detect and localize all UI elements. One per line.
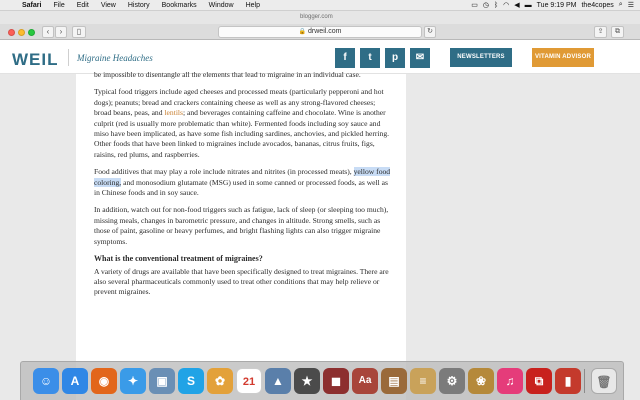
bluetooth-icon[interactable]: ᛒ (494, 2, 498, 9)
zoom-window-icon[interactable] (28, 29, 35, 36)
menu-edit[interactable]: Edit (71, 2, 95, 9)
photos-icon[interactable]: ✿ (207, 368, 233, 394)
forward-icon[interactable]: › (55, 26, 67, 38)
menu-history[interactable]: History (122, 2, 156, 9)
logo-divider (68, 49, 69, 66)
vitamin-advisor-button[interactable]: VITAMIN ADVISOR (532, 48, 594, 67)
calendar-icon[interactable]: 21 (236, 368, 262, 394)
textedit-icon[interactable]: ≡ (410, 368, 436, 394)
paragraph-food-triggers: Typical food triggers include aged chees… (94, 87, 394, 160)
notification-icon[interactable]: ▭ (471, 1, 478, 9)
status-area: ▭ ◷ ᛒ ◠ ◀ ▬ Tue 9:19 PM the4copes ⌕ ☰ (471, 1, 640, 9)
trash-icon[interactable]: 🗑 (591, 368, 617, 394)
imovie-icon[interactable]: ★ (294, 368, 320, 394)
safari-icon[interactable]: ✦ (120, 368, 146, 394)
background-window-toolbar: blogger.com (0, 11, 640, 24)
url-text: drweil.com (308, 28, 342, 35)
reload-icon[interactable]: ↻ (424, 26, 436, 38)
lock-icon: 🔒 (298, 29, 307, 35)
sidebar-icon[interactable]: ▯ (72, 26, 86, 38)
volume-icon[interactable]: ◀ (514, 1, 519, 9)
lentils-link[interactable]: lentils (164, 108, 183, 117)
gallery-icon[interactable]: ❀ (468, 368, 494, 394)
site-header: WEIL Migraine Headaches f t p ✉ NEWSLETT… (0, 40, 640, 74)
minimize-window-icon[interactable] (18, 29, 25, 36)
facebook-icon[interactable]: f (335, 48, 355, 68)
background-window-url: blogger.com (300, 14, 333, 20)
menu-file[interactable]: File (47, 2, 70, 9)
paragraph-intro-end: be impossible to disentangle all the ele… (94, 70, 361, 79)
page-viewport[interactable]: be impossible to disentangle all the ele… (0, 70, 640, 400)
article-body: be impossible to disentangle all the ele… (94, 70, 394, 305)
app-store-icon[interactable]: A (62, 368, 88, 394)
finder-icon[interactable]: ☺ (33, 368, 59, 394)
menu-bookmarks[interactable]: Bookmarks (156, 2, 203, 9)
wifi-icon[interactable]: ◠ (503, 1, 509, 9)
treatment-heading: What is the conventional treatment of mi… (94, 254, 263, 264)
paragraph-food-additives: Food additives that may play a role incl… (94, 167, 394, 198)
photo-booth-icon[interactable]: ◼ (323, 368, 349, 394)
system-preferences-icon[interactable]: ⚙ (439, 368, 465, 394)
menu-help[interactable]: Help (240, 2, 266, 9)
menu-window[interactable]: Window (203, 2, 240, 9)
email-icon[interactable]: ✉ (410, 48, 430, 68)
dock-separator (584, 369, 585, 393)
itunes-icon[interactable]: ♫ (497, 368, 523, 394)
menu-view[interactable]: View (95, 2, 122, 9)
notification-center-icon[interactable]: ☰ (628, 1, 634, 9)
keynote-icon[interactable]: ▤ (381, 368, 407, 394)
menu-safari[interactable]: Safari (16, 2, 47, 9)
clock[interactable]: Tue 9:19 PM (537, 2, 577, 9)
menu-bar: Safari File Edit View History Bookmarks … (0, 0, 640, 11)
firefox-icon[interactable]: ◉ (91, 368, 117, 394)
user-name[interactable]: the4copes (581, 2, 613, 9)
search-icon[interactable]: ⌕ (619, 1, 623, 9)
section-title: Migraine Headaches (77, 53, 153, 63)
battery-icon[interactable]: ▬ (525, 2, 532, 9)
dictionary-icon[interactable]: Aa (352, 368, 378, 394)
newsletters-button[interactable]: NEWSLETTERS (450, 48, 512, 67)
browser-toolbar: ‹ › ▯ 🔒 drweil.com ↻ ⇪ ⧉ (0, 24, 640, 40)
acrobat-icon[interactable]: ⧉ (526, 368, 552, 394)
close-window-icon[interactable] (8, 29, 15, 36)
twitter-icon[interactable]: t (360, 48, 380, 68)
preview-icon[interactable]: ▣ (149, 368, 175, 394)
share-icon[interactable]: ⇪ (594, 26, 607, 38)
skype-icon[interactable]: S (178, 368, 204, 394)
time-machine-icon[interactable]: ◷ (483, 1, 489, 9)
paragraph-non-food-triggers: In addition, watch out for non-food trig… (94, 205, 389, 246)
text-span: and monosodium glutamate (MSG) used in s… (94, 177, 389, 198)
address-bar[interactable]: 🔒 drweil.com (218, 26, 422, 38)
paragraph-treatment: A variety of drugs are available that ha… (94, 266, 389, 297)
pinterest-icon[interactable]: p (385, 48, 405, 68)
site-logo[interactable]: WEIL (12, 50, 59, 70)
text-span: Food additives that may play a role incl… (94, 167, 354, 177)
back-icon[interactable]: ‹ (42, 26, 54, 38)
dock: ☺ A ◉ ✦ ▣ S ✿ 21 ▲ ★ ◼ Aa ▤ ≡ ⚙ ❀ ♫ ⧉ ▮ 🗑 (20, 361, 624, 400)
tabs-icon[interactable]: ⧉ (611, 26, 624, 38)
photo-app-icon[interactable]: ▲ (265, 368, 291, 394)
pdf-app-icon[interactable]: ▮ (555, 368, 581, 394)
